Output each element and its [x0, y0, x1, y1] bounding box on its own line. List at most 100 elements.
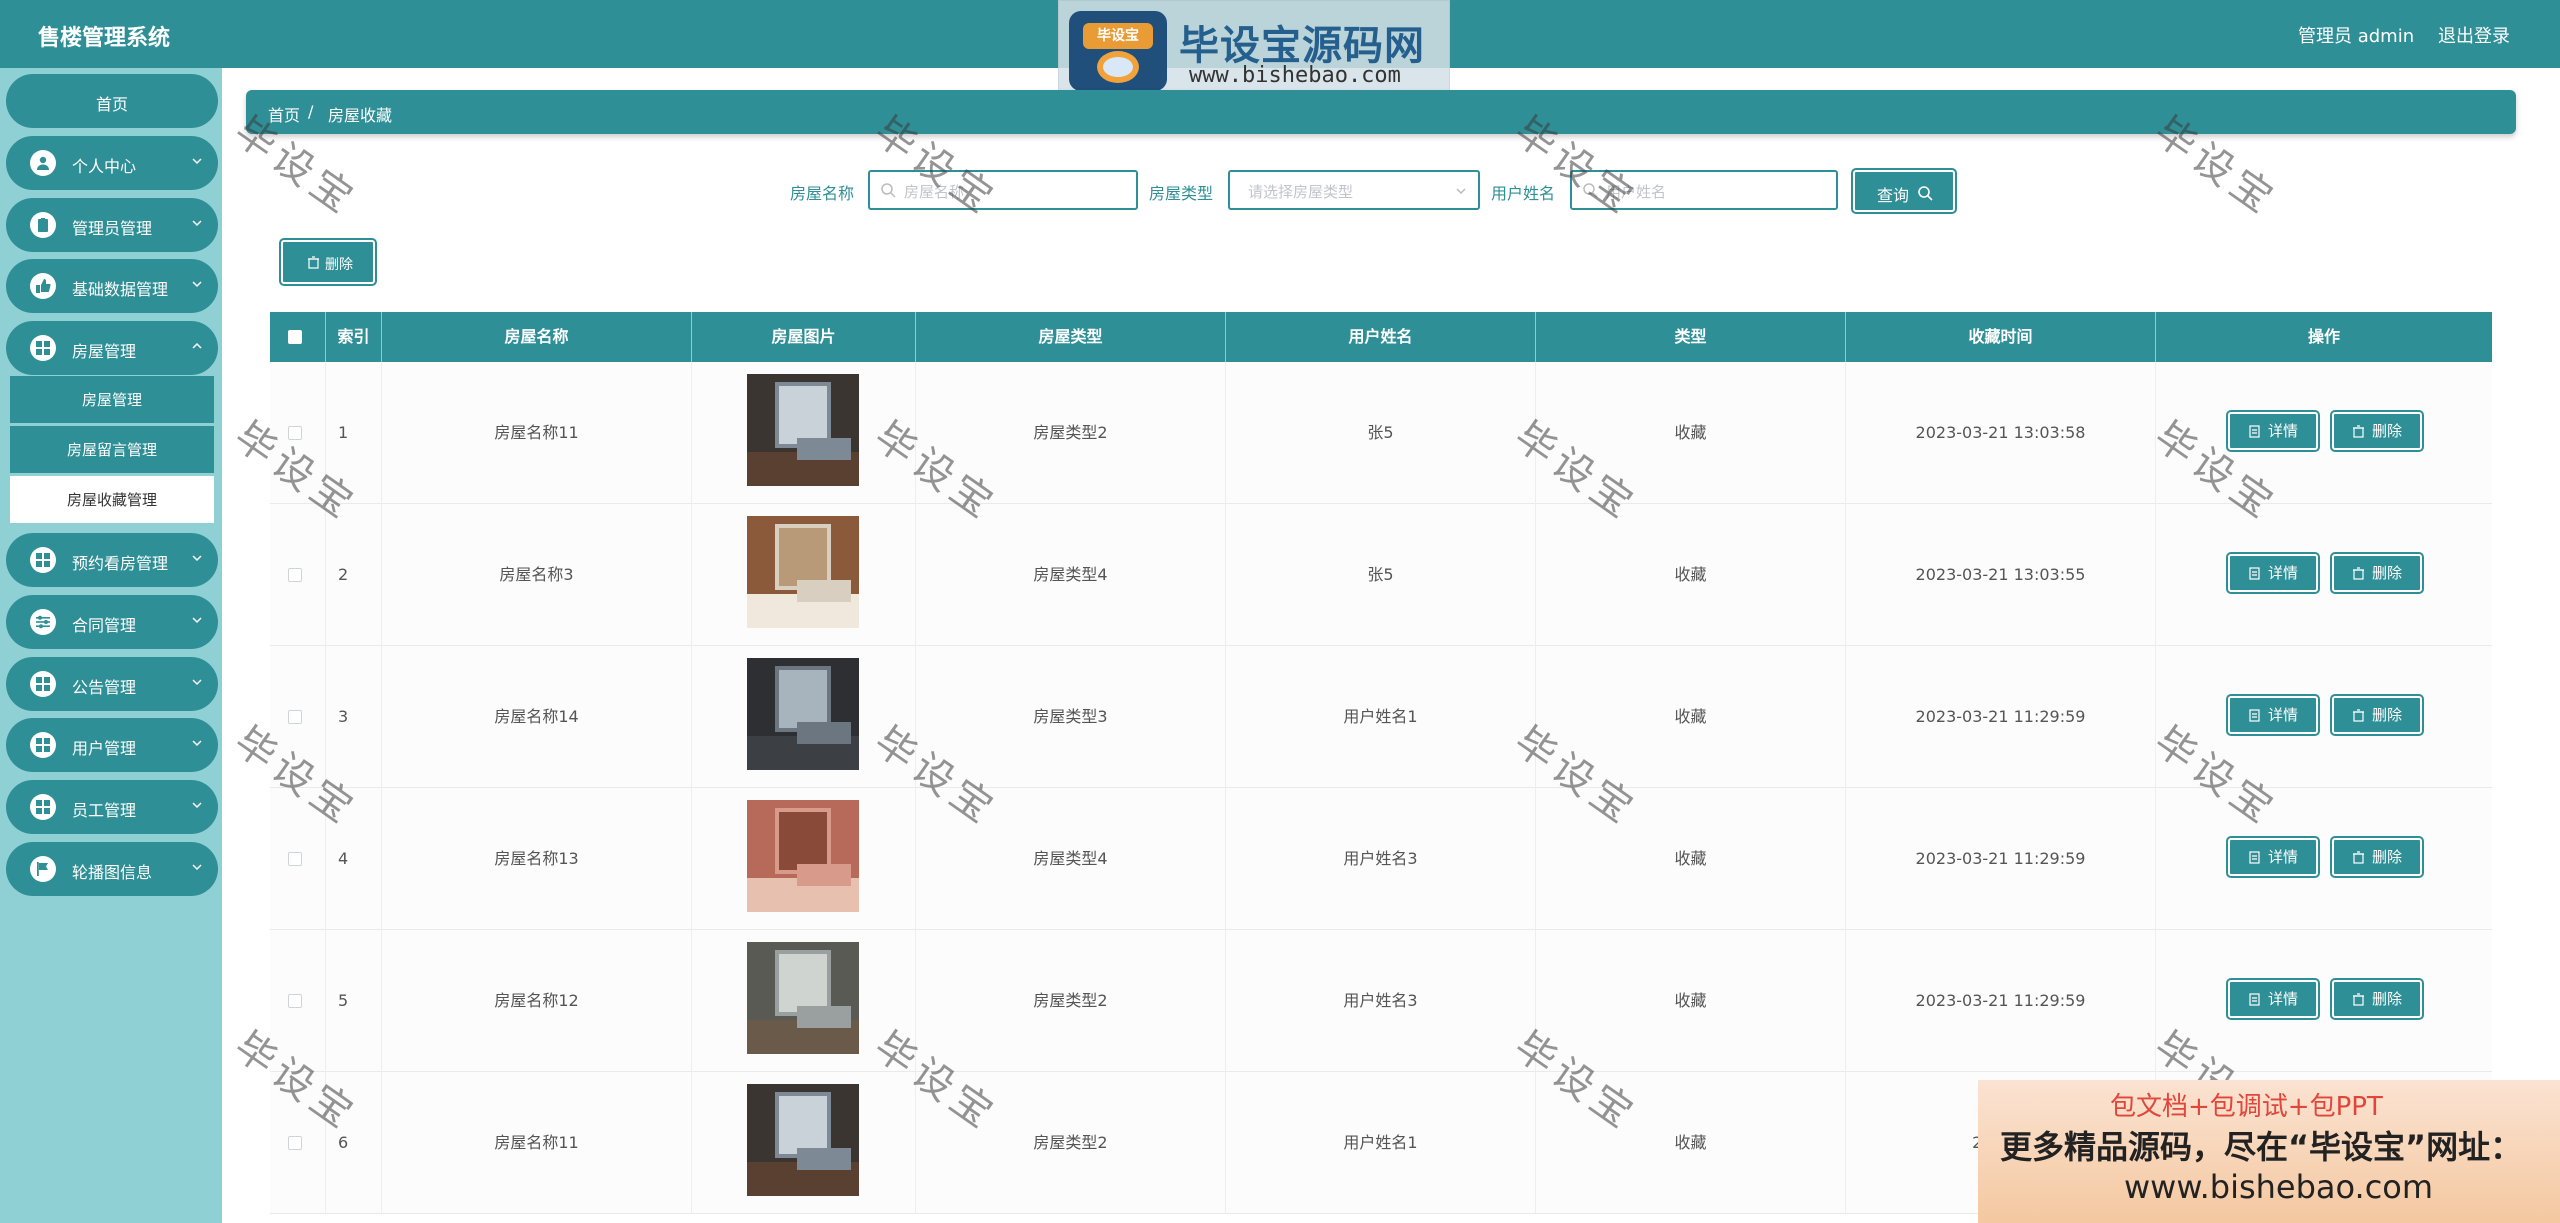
- sidebar-item-viewing-appointments[interactable]: 预约看房管理: [6, 533, 218, 587]
- sidebar-item-label: 合同管理: [72, 616, 137, 635]
- app-title: 售楼管理系统: [38, 26, 171, 51]
- house-photo[interactable]: [747, 516, 859, 628]
- search-icon: [1918, 186, 1933, 201]
- row-house-name: 房屋名称11: [382, 362, 692, 504]
- clipboard-icon: [30, 212, 56, 238]
- sidebar-item-admin-management[interactable]: 管理员管理: [6, 198, 218, 252]
- delete-button[interactable]: 删除: [2330, 836, 2424, 878]
- logout-link[interactable]: 退出登录: [2438, 22, 2510, 48]
- row-favorite-time: 2023-03-21 11:29:59: [1846, 788, 2156, 930]
- breadcrumb: 首页 / 房屋收藏: [246, 90, 2516, 134]
- house-photo[interactable]: [747, 658, 859, 770]
- sidebar-item-house-management[interactable]: 房屋管理: [6, 321, 218, 375]
- row-house-type: 房屋类型2: [916, 362, 1226, 504]
- sidebar-item-label: 房屋管理: [72, 342, 137, 361]
- row-user-name: 用户姓名1: [1226, 646, 1536, 788]
- bulk-delete-button[interactable]: 删除: [279, 238, 377, 286]
- detail-button-label: 详情: [2268, 422, 2299, 440]
- delete-button[interactable]: 删除: [2330, 978, 2424, 1020]
- row-checkbox[interactable]: [288, 568, 302, 582]
- delete-button[interactable]: 删除: [2330, 552, 2424, 594]
- row-checkbox[interactable]: [288, 710, 302, 724]
- delete-button-label: 删除: [2372, 990, 2403, 1008]
- sidebar-item-basic-data[interactable]: 基础数据管理: [6, 259, 218, 313]
- query-button[interactable]: 查询: [1851, 168, 1957, 214]
- row-actions-cell: [2156, 930, 2492, 1072]
- table-header: 索引 房屋名称 房屋图片 房屋类型 用户姓名 类型 收藏时间 操作: [270, 312, 2492, 362]
- row-actions-cell: [2156, 788, 2492, 930]
- sidebar-item-home[interactable]: 首页: [6, 74, 218, 128]
- row-index: 1: [326, 362, 382, 504]
- brand-overlay: 毕设宝 毕设宝源码网 www.bishebao.com: [1058, 0, 1450, 100]
- delete-button[interactable]: 删除: [2330, 694, 2424, 736]
- chevron-down-icon: [192, 802, 202, 809]
- row-index: 5: [326, 930, 382, 1072]
- row-select-cell: [270, 1072, 326, 1214]
- sidebar-item-contract-management[interactable]: 合同管理: [6, 595, 218, 649]
- table-row: 1 房屋名称11 房屋类型2 张5 收藏 2023-03-21 13:03:58…: [270, 362, 2492, 504]
- house-type-select[interactable]: 请选择房屋类型: [1228, 170, 1480, 210]
- sidebar-item-personal-center[interactable]: 个人中心: [6, 136, 218, 190]
- house-photo[interactable]: [747, 942, 859, 1054]
- document-icon: [2249, 567, 2260, 580]
- header-house-name: 房屋名称: [382, 312, 692, 362]
- row-kind: 收藏: [1536, 1072, 1846, 1214]
- sidebar-item-label: 预约看房管理: [72, 554, 169, 573]
- row-favorite-time: 2023-03-21 11:29:59: [1846, 646, 2156, 788]
- chevron-down-icon: [1456, 188, 1466, 195]
- breadcrumb-current: 房屋收藏: [328, 106, 393, 125]
- sidebar-item-label: 轮播图信息: [72, 863, 153, 882]
- user-name-label: 用户姓名: [1491, 184, 1556, 203]
- brand-logo: 毕设宝: [1069, 11, 1167, 91]
- row-house-type: 房屋类型2: [916, 1072, 1226, 1214]
- detail-button-label: 详情: [2268, 848, 2299, 866]
- sidebar-item-label: 个人中心: [72, 157, 137, 176]
- row-favorite-time: 2023-03-21 11:29:59: [1846, 930, 2156, 1072]
- house-name-input[interactable]: 房屋名称: [868, 170, 1138, 210]
- flag-icon: [30, 856, 56, 882]
- delete-button-label: 删除: [2372, 706, 2403, 724]
- trash-icon: [2353, 567, 2364, 580]
- detail-button[interactable]: 详情: [2226, 694, 2320, 736]
- submenu-house-messages[interactable]: 房屋留言管理: [10, 426, 214, 474]
- house-photo[interactable]: [747, 374, 859, 486]
- detail-button[interactable]: 详情: [2226, 410, 2320, 452]
- chevron-down-icon: [192, 679, 202, 686]
- sliders-icon: [30, 609, 56, 635]
- brand-logo-ring: [1097, 51, 1139, 83]
- user-name-input[interactable]: 用户姓名: [1570, 170, 1838, 210]
- promo-line-2: 更多精品源码，尽在“毕设宝”网址：: [2000, 1128, 2523, 1166]
- sidebar-item-announcement-management[interactable]: 公告管理: [6, 657, 218, 711]
- row-user-name: 张5: [1226, 362, 1536, 504]
- submenu-house-favorites[interactable]: 房屋收藏管理: [10, 476, 214, 524]
- chevron-down-icon: [192, 617, 202, 624]
- detail-button[interactable]: 详情: [2226, 978, 2320, 1020]
- row-checkbox[interactable]: [288, 852, 302, 866]
- house-photo[interactable]: [747, 1084, 859, 1196]
- delete-button[interactable]: 删除: [2330, 410, 2424, 452]
- row-checkbox[interactable]: [288, 1136, 302, 1150]
- row-checkbox[interactable]: [288, 426, 302, 440]
- row-index: 2: [326, 504, 382, 646]
- table-row: 4 房屋名称13 房屋类型4 用户姓名3 收藏 2023-03-21 11:29…: [270, 788, 2492, 930]
- house-type-label: 房屋类型: [1149, 184, 1214, 203]
- query-button-label: 查询: [1877, 186, 1910, 205]
- breadcrumb-home[interactable]: 首页: [268, 102, 300, 126]
- sidebar-item-carousel-info[interactable]: 轮播图信息: [6, 842, 218, 896]
- detail-button[interactable]: 详情: [2226, 836, 2320, 878]
- row-house-name: 房屋名称14: [382, 646, 692, 788]
- row-favorite-time: 2023-03-21 13:03:55: [1846, 504, 2156, 646]
- sidebar-item-staff-management[interactable]: 员工管理: [6, 780, 218, 834]
- submenu-house-management[interactable]: 房屋管理: [10, 376, 214, 424]
- row-checkbox[interactable]: [288, 994, 302, 1008]
- trash-icon: [2353, 993, 2364, 1006]
- detail-button[interactable]: 详情: [2226, 552, 2320, 594]
- detail-button-label: 详情: [2268, 706, 2299, 724]
- sidebar-item-user-management[interactable]: 用户管理: [6, 718, 218, 772]
- header-user-name: 用户姓名: [1226, 312, 1536, 362]
- row-index: 6: [326, 1072, 382, 1214]
- house-photo[interactable]: [747, 800, 859, 912]
- chevron-down-icon: [192, 158, 202, 165]
- document-icon: [2249, 851, 2260, 864]
- select-all-checkbox[interactable]: [288, 330, 302, 344]
